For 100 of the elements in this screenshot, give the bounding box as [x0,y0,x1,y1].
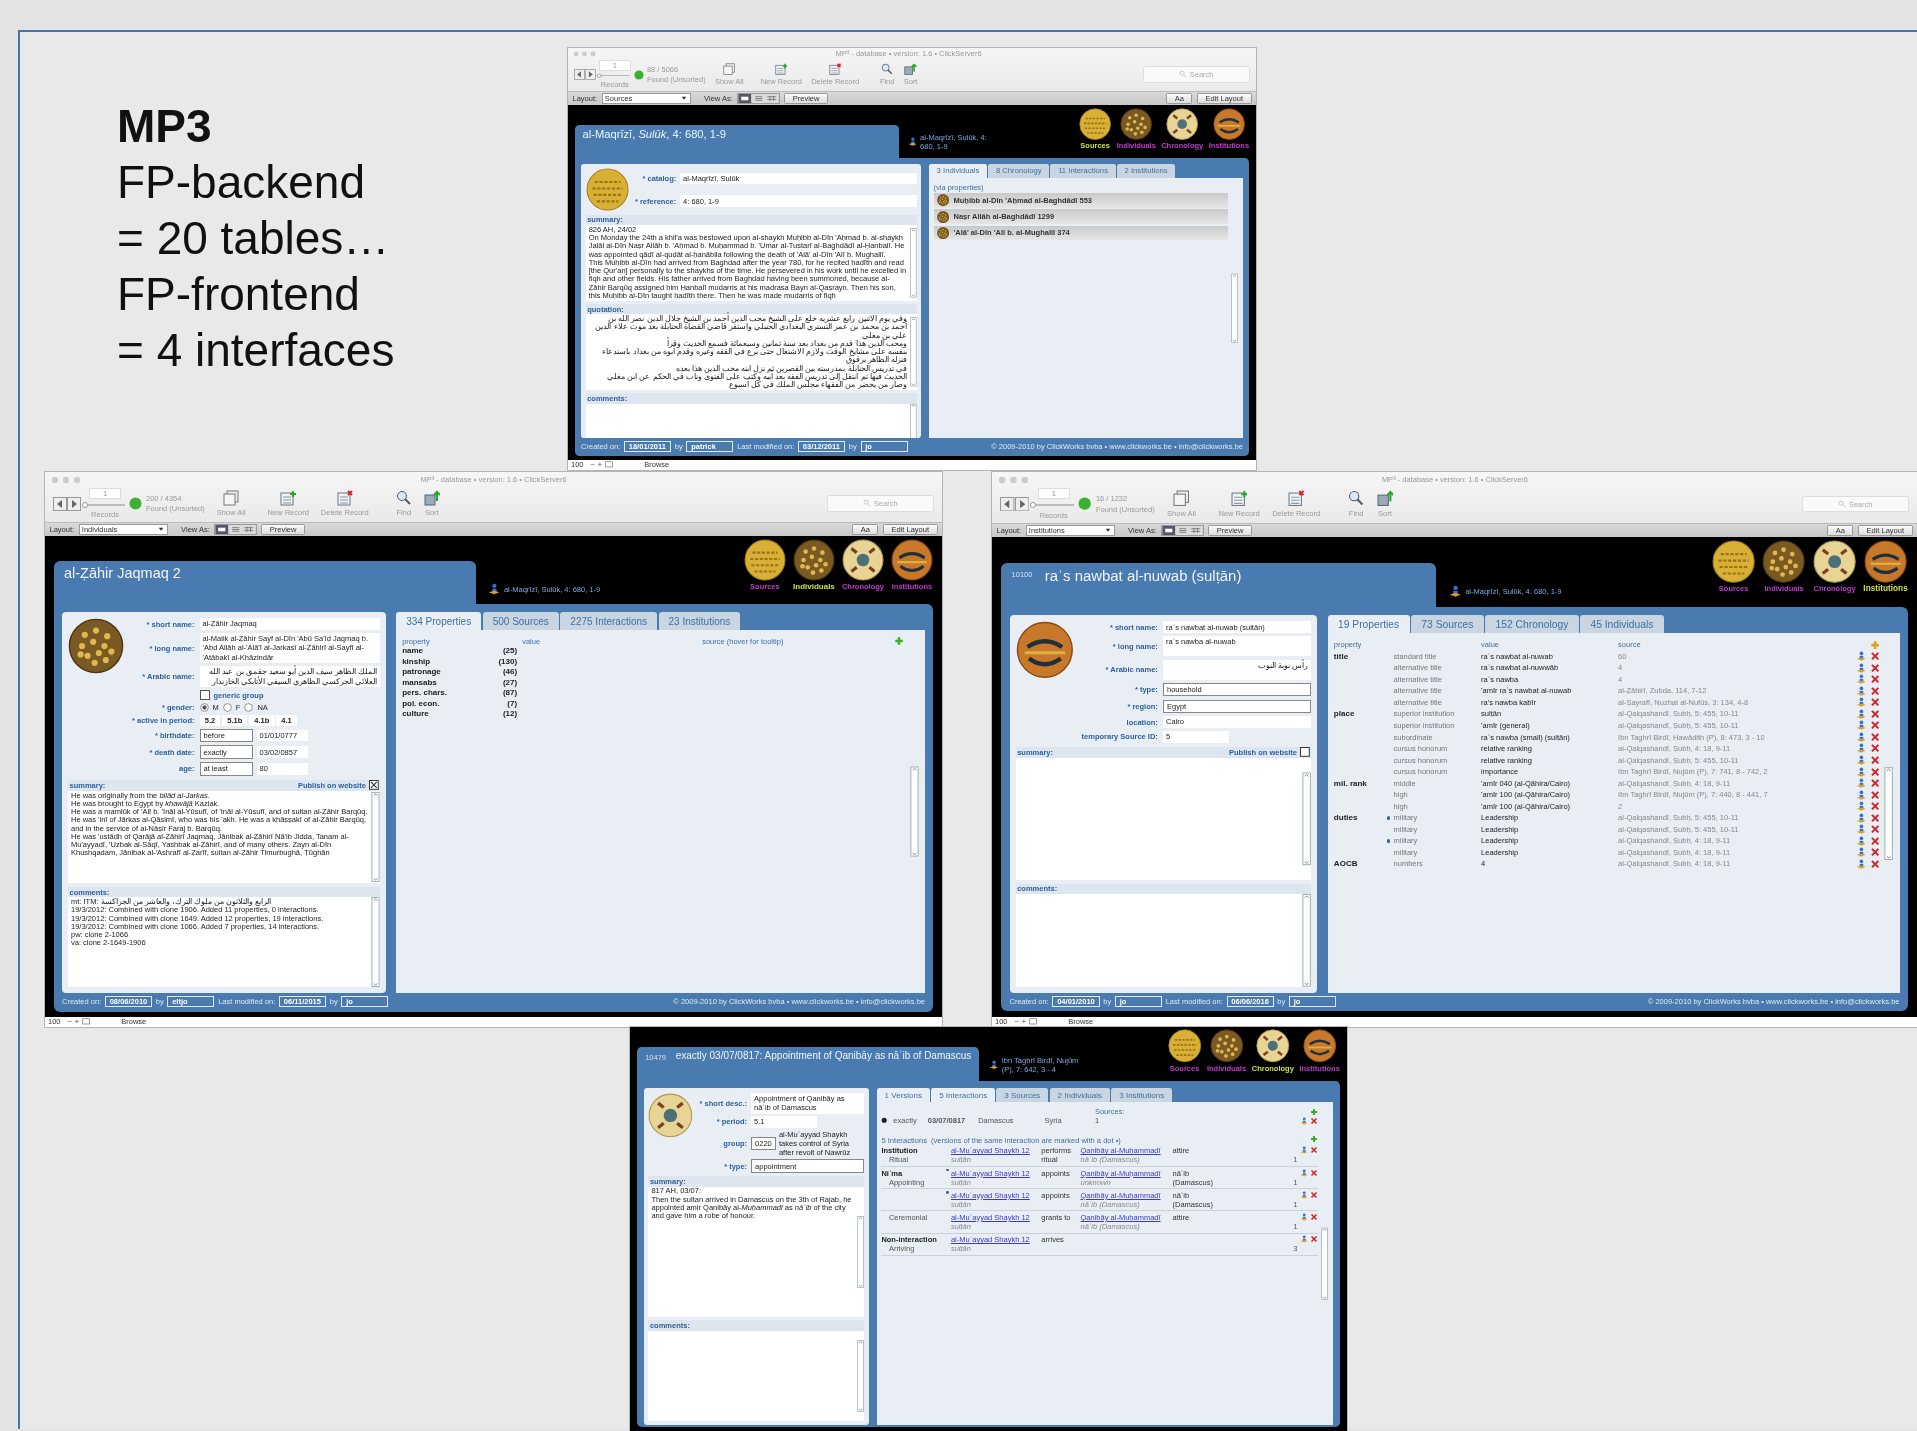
tab[interactable]: 3 Institutions [1111,1087,1173,1103]
delete-icon[interactable] [1869,674,1880,685]
form-view-icon[interactable] [738,94,752,104]
person-icon[interactable] [1856,685,1867,697]
delete-icon[interactable] [1869,651,1880,662]
delete-icon[interactable] [1310,1146,1319,1155]
person-icon[interactable] [1856,743,1867,754]
table-view-icon[interactable] [1189,525,1203,535]
person-icon[interactable] [1856,662,1867,673]
person-icon[interactable] [1856,858,1867,870]
scrollbar[interactable] [909,225,917,301]
delete-icon[interactable] [1310,1212,1319,1221]
delete-icon[interactable] [1869,812,1880,823]
delete-icon[interactable] [1869,766,1880,777]
scrollbar[interactable] [371,790,381,883]
delete-icon[interactable] [1869,789,1880,800]
person-icon[interactable] [1299,1146,1308,1155]
delete-icon[interactable] [1869,801,1880,812]
delete-icon[interactable] [1869,662,1880,673]
person-icon[interactable] [1299,1168,1308,1177]
tab[interactable]: 3 Sources [996,1087,1049,1103]
person-icon[interactable] [1856,789,1867,800]
person-icon[interactable] [1856,720,1867,731]
person-icon[interactable] [1856,847,1867,858]
tab[interactable]: 45 Individuals [1580,615,1664,634]
delete-icon[interactable] [1869,743,1880,754]
person-icon[interactable] [1856,754,1867,766]
person-icon[interactable] [1856,708,1867,720]
person-icon[interactable] [1299,1190,1308,1199]
section-button[interactable]: Institutions [1863,540,1908,594]
slider-thumb[interactable] [597,73,602,78]
tab[interactable]: 152 Chronology [1485,615,1579,634]
person-icon[interactable] [1856,651,1867,662]
coin-icon [743,539,786,582]
checkbox[interactable] [368,780,379,791]
radio-button[interactable] [244,703,254,713]
delete-icon[interactable] [1869,847,1880,858]
person-icon[interactable] [1856,778,1867,789]
person-icon[interactable] [1856,674,1867,685]
text-area[interactable] [585,225,917,301]
tab[interactable]: 2 Individuals [1049,1087,1111,1103]
zoom-controls-icon[interactable] [1013,1018,1040,1026]
tab[interactable]: 19 Properties [1327,615,1410,634]
person-icon[interactable] [1856,766,1867,777]
person-icon[interactable] [1856,731,1867,743]
zoom-controls-icon[interactable] [66,1018,93,1026]
delete-icon[interactable] [1869,685,1880,697]
delete-icon[interactable] [1310,1190,1319,1199]
person-icon[interactable] [1299,1116,1308,1125]
person-icon[interactable] [1856,697,1867,708]
section-button[interactable]: Individuals [792,539,835,592]
text-area[interactable] [68,790,381,883]
delete-icon[interactable] [1310,1116,1319,1125]
delete-icon[interactable] [1869,824,1880,835]
tab[interactable]: 334 Properties [396,612,482,631]
scrollbar[interactable] [371,897,381,988]
tab[interactable]: 1 Versions [876,1087,930,1103]
zoom-controls-icon[interactable] [589,461,616,469]
delete-icon[interactable] [1310,1168,1319,1177]
delete-icon[interactable] [1869,778,1880,789]
delete-icon[interactable] [1869,835,1880,846]
text-area[interactable] [68,897,381,988]
person-icon[interactable] [1856,835,1867,846]
person-icon[interactable] [1299,1212,1308,1221]
radio-button[interactable] [222,703,232,713]
scrollbar[interactable] [1301,894,1312,987]
slider-thumb[interactable] [82,501,88,508]
table-view-icon[interactable] [765,94,779,104]
record-slider[interactable] [85,503,125,506]
record-slider[interactable] [1033,504,1075,507]
form-view-icon[interactable] [1162,525,1176,535]
person-icon[interactable] [1299,1235,1308,1244]
tab[interactable]: 2275 Interactions [560,612,658,631]
tab[interactable]: 23 Institutions [658,612,741,631]
person-icon[interactable] [1856,801,1867,812]
record-slider[interactable] [599,74,631,77]
tab[interactable]: 5 Interactions [931,1087,996,1103]
delete-icon[interactable] [1869,720,1880,731]
text-area[interactable] [585,314,917,391]
slider-thumb[interactable] [1030,502,1037,509]
table-view-icon[interactable] [242,525,256,535]
add-icon[interactable] [1310,1134,1319,1143]
add-icon[interactable] [894,636,904,647]
radio-button[interactable] [881,1117,888,1124]
checkbox[interactable] [1299,747,1310,758]
add-icon[interactable] [1310,1107,1319,1116]
back-arrow-icon[interactable] [574,69,585,80]
delete-icon[interactable] [1869,754,1880,766]
tab[interactable]: 73 Sources [1411,615,1484,634]
tab[interactable]: 500 Sources [482,612,559,631]
delete-icon[interactable] [1869,858,1880,870]
delete-icon[interactable] [1310,1235,1319,1244]
person-icon[interactable] [1856,824,1867,835]
radio-button[interactable] [199,703,209,713]
delete-icon[interactable] [1869,731,1880,743]
delete-icon[interactable] [1869,697,1880,708]
delete-icon[interactable] [1869,708,1880,720]
checkbox[interactable] [199,690,210,701]
person-icon[interactable] [1856,812,1867,823]
form-view-icon[interactable] [215,525,229,535]
